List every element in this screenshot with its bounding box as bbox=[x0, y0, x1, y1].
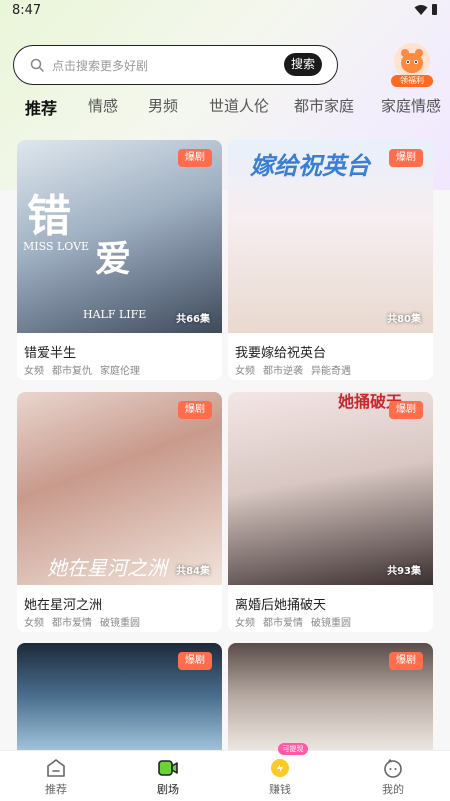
search-icon bbox=[30, 58, 44, 72]
tab-emotion[interactable]: 情感 bbox=[88, 95, 118, 116]
hot-badge: 爆剧 bbox=[178, 401, 212, 419]
tab-recommend[interactable]: 推荐 bbox=[25, 95, 57, 119]
hot-badge: 爆剧 bbox=[389, 149, 423, 167]
poster-title-char: 爱 bbox=[95, 238, 132, 280]
nav-item-mine[interactable]: 我的 bbox=[353, 751, 433, 801]
status-bar: 8:47 bbox=[0, 0, 450, 22]
poster-title: 她在星河之洲 bbox=[47, 556, 167, 580]
drama-tags: 女频 都市复仇 家庭伦理 bbox=[24, 362, 148, 377]
profile-icon bbox=[384, 758, 402, 778]
search-input[interactable]: 点击搜索更多好剧 bbox=[52, 57, 148, 74]
episode-count: 共80集 bbox=[387, 314, 421, 325]
wifi-icon bbox=[414, 5, 428, 15]
hot-badge: 爆剧 bbox=[178, 652, 212, 670]
hot-badge: 爆剧 bbox=[389, 401, 423, 419]
nav-item-theater[interactable]: 剧场 bbox=[128, 751, 208, 801]
nav-label: 我的 bbox=[382, 783, 404, 796]
tag: 女频 bbox=[235, 366, 255, 377]
search-button[interactable]: 搜索 bbox=[284, 53, 322, 76]
drama-title: 离婚后她捅破天 bbox=[235, 598, 327, 613]
drama-title: 她在星河之洲 bbox=[24, 598, 103, 613]
nav-label: 推荐 bbox=[45, 783, 67, 796]
poster-title-char: 错 bbox=[27, 191, 71, 242]
tag: 都市逆袭 bbox=[263, 366, 303, 377]
welfare-label[interactable]: 领福利 bbox=[391, 75, 433, 87]
drama-title: 错爱半生 bbox=[24, 346, 77, 361]
video-icon bbox=[158, 760, 178, 776]
poster-subtitle: MISS LOVE bbox=[23, 240, 90, 253]
poster-title: 嫁给祝英台 bbox=[250, 151, 370, 180]
nav-item-recommend[interactable]: 推荐 bbox=[16, 751, 96, 801]
drama-tags: 女频 都市逆袭 异能奇遇 bbox=[235, 362, 359, 377]
tag: 都市复仇 bbox=[52, 366, 92, 377]
episode-count: 共84集 bbox=[176, 566, 210, 577]
tag: 女频 bbox=[235, 618, 255, 629]
tag: 破镜重圆 bbox=[100, 618, 140, 629]
drama-poster[interactable]: 她在星河之洲 bbox=[17, 392, 222, 585]
tag: 都市爱情 bbox=[52, 618, 92, 629]
drama-card[interactable]: 爆剧 bbox=[228, 643, 433, 750]
tag: 家庭伦理 bbox=[100, 366, 140, 377]
category-tabs: 推荐 情感 男频 世道人伦 都市家庭 家庭情感 bbox=[0, 95, 450, 121]
drama-card[interactable]: 她捅破天 爆剧 共93集 离婚后她捅破天 女频 都市爱情 破镜重圆 bbox=[228, 392, 433, 632]
hot-badge: 爆剧 bbox=[389, 652, 423, 670]
drama-title: 我要嫁给祝英台 bbox=[235, 346, 327, 361]
nav-item-earn[interactable]: 赚钱 bbox=[240, 751, 320, 801]
withdraw-badge: 可提现 bbox=[278, 743, 308, 755]
home-icon bbox=[47, 759, 65, 777]
drama-card[interactable]: 爆剧 bbox=[17, 643, 222, 750]
bottom-nav: 推荐 剧场 赚钱 我的 bbox=[0, 750, 450, 801]
drama-poster[interactable]: 她捅破天 bbox=[228, 392, 433, 585]
nav-label: 剧场 bbox=[157, 783, 179, 796]
tab-urban-family[interactable]: 都市家庭 bbox=[294, 95, 354, 116]
battery-icon bbox=[432, 4, 437, 15]
tab-family-ethics[interactable]: 世道人伦 bbox=[209, 95, 269, 116]
drama-tags: 女频 都市爱情 破镜重圆 bbox=[235, 614, 359, 629]
search-bar[interactable]: 点击搜索更多好剧 搜索 bbox=[13, 45, 338, 85]
drama-card[interactable]: 错 爱 MISS LOVE HALF LIFE 爆剧 共66集 错爱半生 女频都… bbox=[17, 140, 222, 380]
tag: 女频 bbox=[24, 618, 44, 629]
episode-count: 共93集 bbox=[387, 566, 421, 577]
drama-card[interactable]: 她在星河之洲 爆剧 共84集 她在星河之洲 女频 都市爱情 破镜重圆 bbox=[17, 392, 222, 632]
drama-tags: 女频 都市爱情 破镜重圆 bbox=[24, 614, 148, 629]
tag: 异能奇遇 bbox=[311, 366, 351, 377]
status-time: 8:47 bbox=[12, 3, 42, 18]
episode-count: 共66集 bbox=[176, 314, 210, 325]
drama-poster[interactable]: 错 爱 MISS LOVE HALF LIFE bbox=[17, 140, 222, 333]
drama-card[interactable]: 嫁给祝英台 爆剧 共80集 我要嫁给祝英台 女频 都市逆袭 异能奇遇 bbox=[228, 140, 433, 380]
poster-subtitle: HALF LIFE bbox=[83, 308, 147, 321]
tag: 都市爱情 bbox=[263, 618, 303, 629]
hot-badge: 爆剧 bbox=[178, 149, 212, 167]
nav-label: 赚钱 bbox=[269, 783, 291, 796]
tab-male[interactable]: 男频 bbox=[148, 95, 178, 116]
tab-family-emotion[interactable]: 家庭情感 bbox=[381, 95, 441, 116]
coin-icon bbox=[271, 759, 289, 777]
drama-poster[interactable]: 嫁给祝英台 bbox=[228, 140, 433, 333]
tag: 女频 bbox=[24, 366, 44, 377]
tag: 破镜重圆 bbox=[311, 618, 351, 629]
